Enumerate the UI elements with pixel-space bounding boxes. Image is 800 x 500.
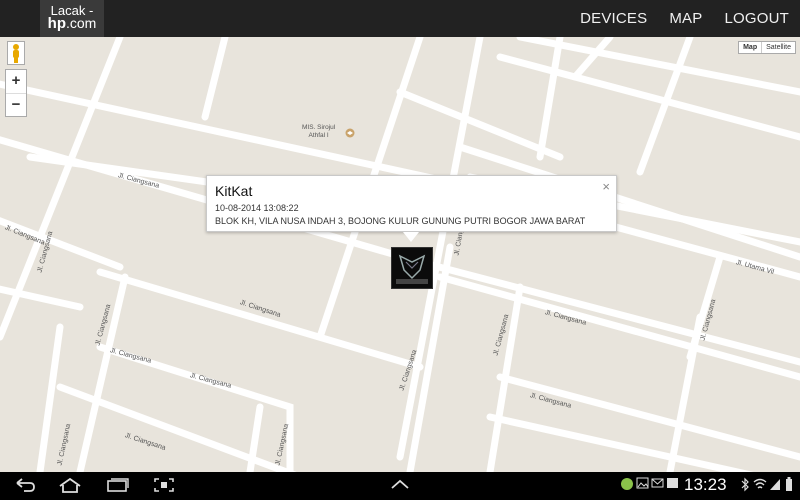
map-type-control: Map Satellite: [738, 41, 796, 54]
transformers-logo-icon: [396, 254, 428, 284]
device-name: KitKat: [215, 183, 253, 199]
signal-icon: [770, 479, 780, 490]
poi-name-2: Athfal I: [308, 132, 329, 139]
poi-name: MIS. Sirojul: [302, 124, 336, 131]
nav-map[interactable]: MAP: [658, 0, 713, 37]
screenshot-icon[interactable]: [153, 477, 175, 493]
zoom-out-button[interactable]: −: [6, 94, 26, 117]
top-nav: DEVICES MAP LOGOUT: [569, 0, 800, 37]
mail-icon: [651, 478, 664, 488]
recent-apps-icon[interactable]: [106, 477, 130, 493]
poi-label: MIS. Sirojul Athfal I: [302, 124, 335, 140]
map-canvas[interactable]: + − Map Satellite MIS. Sirojul Athfal I …: [0, 37, 800, 472]
image-icon: [636, 477, 649, 489]
home-icon[interactable]: [58, 477, 82, 493]
gallery-icon: [667, 478, 678, 488]
nav-devices[interactable]: DEVICES: [569, 0, 658, 37]
back-icon[interactable]: [14, 477, 36, 493]
bluetooth-icon: [741, 477, 749, 492]
info-window: KitKat 10-08-2014 13:08:22 BLOK KH, VILA…: [206, 175, 617, 242]
map-type-map-button[interactable]: Map: [739, 42, 763, 53]
pegman-icon: [13, 44, 19, 63]
close-icon[interactable]: ×: [602, 179, 610, 194]
zoom-control: + −: [5, 69, 27, 117]
info-window-pointer: [403, 232, 419, 242]
system-navigation-bar: 13:23: [0, 472, 800, 500]
app-logo[interactable]: Lacak - hp.com: [40, 0, 104, 37]
battery-icon: [786, 477, 792, 491]
map-type-satellite-button[interactable]: Satellite: [762, 42, 795, 53]
wifi-icon: [753, 478, 767, 489]
zoom-in-button[interactable]: +: [6, 70, 26, 93]
school-icon: [345, 128, 355, 138]
location-timestamp: 10-08-2014 13:08:22: [215, 203, 299, 213]
android-icon: [621, 478, 633, 490]
app-header: Lacak - hp.com DEVICES MAP LOGOUT: [0, 0, 800, 37]
street-view-pegman[interactable]: [7, 41, 25, 65]
device-marker[interactable]: [391, 247, 433, 289]
location-address: BLOK KH, VILA NUSA INDAH 3, BOJONG KULUR…: [215, 216, 586, 226]
logo-line2: hp.com: [47, 15, 97, 32]
chevron-up-icon[interactable]: [389, 477, 411, 491]
system-clock: 13:23: [684, 475, 727, 494]
nav-logout[interactable]: LOGOUT: [713, 0, 800, 37]
